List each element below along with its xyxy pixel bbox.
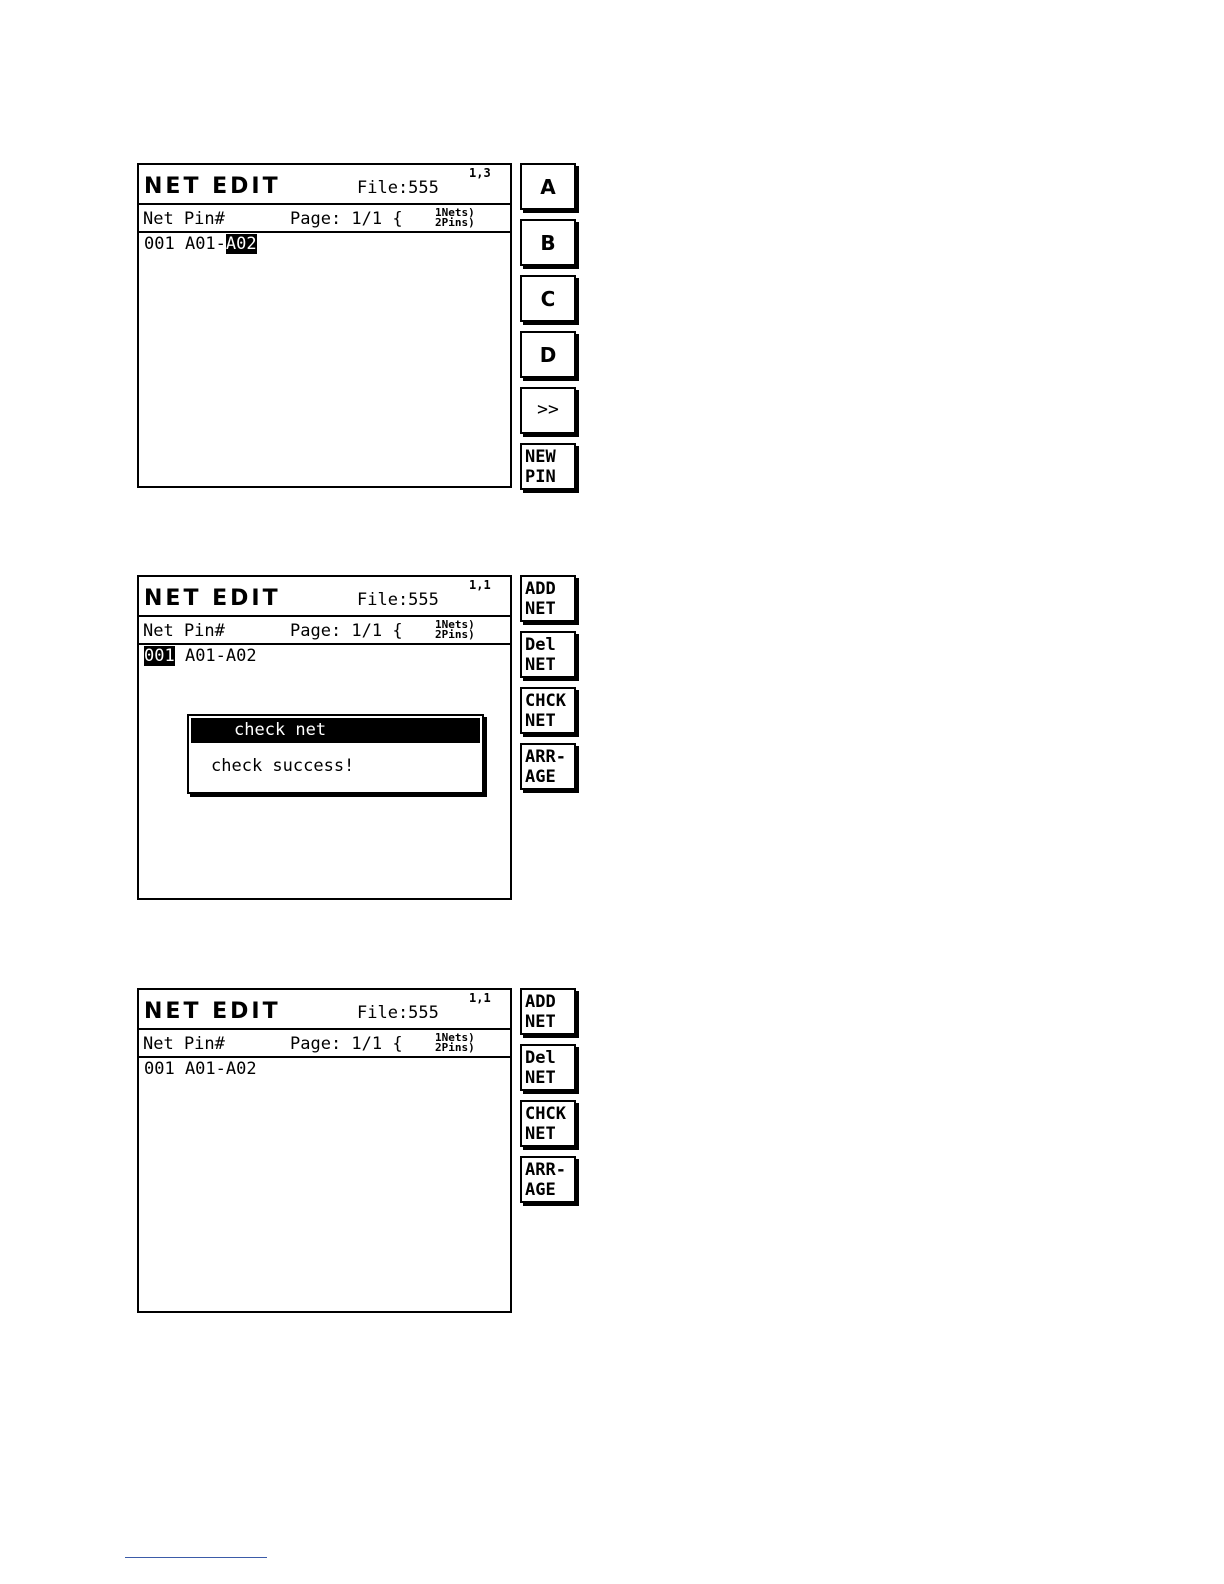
- net-pin-counts: 1Nets) 2Pins): [435, 1032, 475, 1054]
- selected-pin[interactable]: A02: [225, 234, 257, 254]
- new-pin-button[interactable]: NEW PIN: [520, 443, 576, 490]
- screen-title: NET EDIT: [144, 999, 281, 1024]
- letter-d-button[interactable]: D: [520, 331, 576, 378]
- pins-count: 2Pins): [435, 628, 475, 641]
- net-row[interactable]: 001 A01-A02: [144, 234, 257, 254]
- button-label-line1: ARR-: [525, 1160, 566, 1180]
- screen-header: NET EDIT File:555 1,3: [139, 165, 510, 205]
- button-label-line2: NET: [525, 711, 556, 731]
- button-label-line2: NET: [525, 599, 556, 619]
- button-label-line2: AGE: [525, 1180, 556, 1200]
- net-pins: A01-A02: [174, 646, 257, 666]
- letter-b-button[interactable]: B: [520, 219, 576, 266]
- screen-title: NET EDIT: [144, 174, 281, 199]
- net-number: 001: [144, 234, 175, 254]
- button-label-line1: Del: [525, 635, 556, 655]
- arrange-button[interactable]: ARR- AGE: [520, 1156, 576, 1203]
- pins-count: 2Pins): [435, 216, 475, 229]
- letter-a-button[interactable]: A: [520, 163, 576, 210]
- button-label: A: [540, 175, 556, 199]
- cursor-position: 1,3: [469, 166, 491, 180]
- footnote-divider: [125, 1557, 267, 1558]
- del-net-button[interactable]: Del NET: [520, 1044, 576, 1091]
- button-label-line2: PIN: [525, 467, 556, 487]
- add-net-button[interactable]: ADD NET: [520, 988, 576, 1035]
- button-label-line2: NET: [525, 655, 556, 675]
- net-pin-counts: 1Nets) 2Pins): [435, 619, 475, 641]
- net-pin-counts: 1Nets) 2Pins): [435, 207, 475, 229]
- page-indicator: Page: 1/1 {: [290, 209, 403, 229]
- column-labels: Net Pin#: [143, 621, 225, 641]
- del-net-button[interactable]: Del NET: [520, 631, 576, 678]
- net-edit-screen-2: NET EDIT File:555 1,1 Net Pin# Page: 1/1…: [137, 575, 512, 900]
- net-pins: A01-: [174, 234, 226, 254]
- file-label: File:555: [357, 590, 439, 610]
- button-label-line1: CHCK: [525, 1104, 566, 1124]
- more-button[interactable]: >>: [520, 387, 576, 434]
- button-label-line1: ADD: [525, 579, 556, 599]
- net-row[interactable]: 001 A01-A02: [144, 1059, 257, 1079]
- column-labels: Net Pin#: [143, 1034, 225, 1054]
- screen-header: NET EDIT File:555 1,1: [139, 577, 510, 617]
- add-net-button[interactable]: ADD NET: [520, 575, 576, 622]
- button-label-line1: CHCK: [525, 691, 566, 711]
- selected-net-number[interactable]: 001: [144, 646, 175, 666]
- cursor-position: 1,1: [469, 578, 491, 592]
- check-net-button[interactable]: CHCK NET: [520, 687, 576, 734]
- check-net-dialog: check net check success!: [187, 714, 484, 794]
- screen-title: NET EDIT: [144, 586, 281, 611]
- net-edit-screen-1: NET EDIT File:555 1,3 Net Pin# Page: 1/1…: [137, 163, 512, 488]
- screen-header: NET EDIT File:555 1,1: [139, 990, 510, 1030]
- button-label: D: [539, 343, 557, 367]
- button-label-line1: ADD: [525, 992, 556, 1012]
- dialog-title: check net: [191, 718, 480, 743]
- button-label-line2: NET: [525, 1068, 556, 1088]
- cursor-position: 1,1: [469, 991, 491, 1005]
- button-label-line2: NET: [525, 1012, 556, 1032]
- button-label: B: [540, 231, 556, 255]
- file-label: File:555: [357, 178, 439, 198]
- arrange-button[interactable]: ARR- AGE: [520, 743, 576, 790]
- letter-c-button[interactable]: C: [520, 275, 576, 322]
- net-row[interactable]: 001 A01-A02: [144, 646, 257, 666]
- button-label-line2: AGE: [525, 767, 556, 787]
- column-header: Net Pin# Page: 1/1 { 1Nets) 2Pins): [139, 205, 510, 233]
- button-label-line1: ARR-: [525, 747, 566, 767]
- page-indicator: Page: 1/1 {: [290, 621, 403, 641]
- check-net-button[interactable]: CHCK NET: [520, 1100, 576, 1147]
- file-label: File:555: [357, 1003, 439, 1023]
- button-label-line1: NEW: [525, 447, 556, 467]
- page-indicator: Page: 1/1 {: [290, 1034, 403, 1054]
- button-label-line1: Del: [525, 1048, 556, 1068]
- column-labels: Net Pin#: [143, 209, 225, 229]
- dialog-message: check success!: [211, 756, 355, 776]
- pins-count: 2Pins): [435, 1041, 475, 1054]
- column-header: Net Pin# Page: 1/1 { 1Nets) 2Pins): [139, 1030, 510, 1058]
- button-label: C: [540, 287, 556, 311]
- button-label-line2: NET: [525, 1124, 556, 1144]
- net-edit-screen-3: NET EDIT File:555 1,1 Net Pin# Page: 1/1…: [137, 988, 512, 1313]
- button-label: >>: [537, 399, 559, 420]
- column-header: Net Pin# Page: 1/1 { 1Nets) 2Pins): [139, 617, 510, 645]
